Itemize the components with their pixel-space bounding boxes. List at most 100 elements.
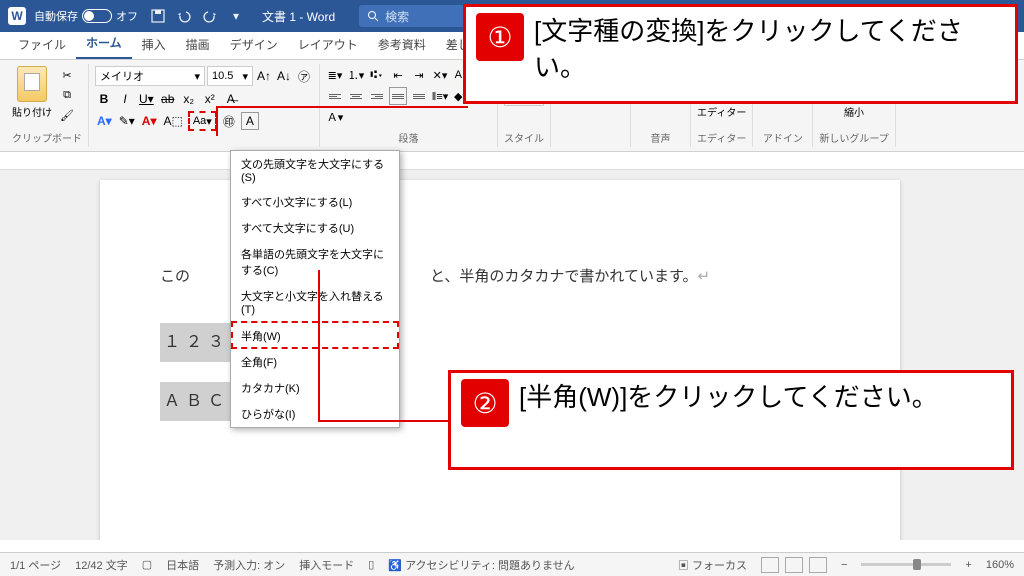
status-insert-mode[interactable]: 挿入モード bbox=[299, 557, 354, 573]
search-placeholder: 検索 bbox=[385, 8, 409, 25]
cut-icon[interactable]: ✂ bbox=[58, 66, 76, 84]
document-area: この と、半角のカタカナで書かれています。 ↵ １２３ ４５６ ↵ ＡＢＣ ＤＥ… bbox=[0, 170, 1024, 540]
search-icon bbox=[367, 10, 379, 22]
tab-draw[interactable]: 描画 bbox=[176, 30, 220, 59]
paste-icon[interactable] bbox=[17, 66, 47, 102]
bullets-icon[interactable]: ≣▾ bbox=[326, 66, 344, 84]
tab-references[interactable]: 参考資料 bbox=[368, 30, 436, 59]
zoom-level[interactable]: 160% bbox=[986, 559, 1014, 571]
tab-home[interactable]: ホーム bbox=[76, 28, 132, 59]
clipboard-group: 貼り付け ✂ ⧉ 🖌 クリップボード bbox=[6, 64, 89, 147]
statusbar: 1/1 ページ 12/42 文字 ▢ 日本語 予測入力: オン 挿入モード ▯ … bbox=[0, 552, 1024, 576]
save-icon[interactable] bbox=[150, 8, 166, 24]
status-words[interactable]: 12/42 文字 bbox=[75, 557, 128, 573]
line-spacing-icon[interactable]: ‖≡▾ bbox=[431, 87, 449, 105]
justify-icon[interactable] bbox=[389, 87, 407, 105]
grow-font-icon[interactable]: A↑ bbox=[255, 67, 273, 85]
change-case-dropdown: 文の先頭文字を大文字にする(S) すべて小文字にする(L) すべて大文字にする(… bbox=[230, 150, 400, 428]
increase-indent-icon[interactable]: ⇥ bbox=[410, 66, 428, 84]
paragraph-group-label: 段落 bbox=[326, 128, 491, 145]
underline-button[interactable]: U▾ bbox=[137, 90, 156, 108]
toggle-switch-icon[interactable] bbox=[82, 9, 112, 23]
asian-layout-icon[interactable]: ✕▾ bbox=[431, 66, 449, 84]
align-center-icon[interactable] bbox=[347, 87, 365, 105]
menu-hiragana[interactable]: ひらがな(I) bbox=[231, 401, 399, 427]
autosave-toggle[interactable]: 自動保存 オフ bbox=[34, 8, 138, 24]
zoom-slider[interactable] bbox=[861, 563, 951, 566]
font-color-icon[interactable]: A▾ bbox=[140, 112, 159, 130]
status-macro-icon[interactable]: ▯ bbox=[368, 558, 374, 571]
paste-label[interactable]: 貼り付け bbox=[12, 104, 52, 119]
undo-icon[interactable] bbox=[176, 8, 192, 24]
tab-layout[interactable]: レイアウト bbox=[288, 30, 368, 59]
zoom-out-icon[interactable]: − bbox=[841, 559, 847, 571]
font-name-select[interactable]: メイリオ▾ bbox=[95, 66, 205, 86]
callout-text-2: [半角(W)]をクリックしてください。 bbox=[519, 379, 938, 415]
align-right-icon[interactable] bbox=[368, 87, 386, 105]
zoom-in-icon[interactable]: + bbox=[965, 559, 971, 571]
status-proofing-icon[interactable]: ▢ bbox=[142, 558, 152, 571]
menu-lowercase[interactable]: すべて小文字にする(L) bbox=[231, 189, 399, 215]
numbering-icon[interactable]: ⒈▾ bbox=[347, 66, 365, 84]
change-case-button[interactable]: Aa▾ bbox=[188, 111, 217, 131]
shrink-font-icon[interactable]: A↓ bbox=[275, 67, 293, 85]
menu-katakana[interactable]: カタカナ(K) bbox=[231, 375, 399, 401]
autosave-label: 自動保存 bbox=[34, 8, 78, 24]
word-app-icon: W bbox=[8, 7, 26, 25]
char-spacing-icon[interactable]: Ａ▾ bbox=[326, 108, 344, 126]
multilevel-icon[interactable]: ⑆▾ bbox=[368, 66, 386, 84]
decrease-indent-icon[interactable]: ⇤ bbox=[389, 66, 407, 84]
menu-halfwidth[interactable]: 半角(W) bbox=[231, 321, 399, 349]
tab-insert[interactable]: 挿入 bbox=[132, 30, 176, 59]
strikethrough-button[interactable]: ab bbox=[159, 90, 177, 108]
view-buttons bbox=[761, 557, 827, 573]
callout-text-1: [文字種の変換]をクリックしてください。 bbox=[534, 13, 1005, 86]
status-language[interactable]: 日本語 bbox=[166, 557, 199, 573]
redo-icon[interactable] bbox=[202, 8, 218, 24]
char-shading-icon[interactable]: A⬚ bbox=[161, 112, 184, 130]
distribute-icon[interactable] bbox=[410, 87, 428, 105]
document-title: 文書 1 - Word bbox=[262, 8, 335, 25]
styles-group-label: スタイル bbox=[504, 128, 544, 145]
font-size-select[interactable]: 10.5▾ bbox=[207, 66, 253, 86]
page[interactable]: この と、半角のカタカナで書かれています。 ↵ １２３ ４５６ ↵ ＡＢＣ ＤＥ… bbox=[100, 180, 900, 540]
menu-toggle-case[interactable]: 大文字と小文字を入れ替える(T) bbox=[231, 283, 399, 321]
enclose-char-icon[interactable]: ㊞ bbox=[220, 112, 238, 130]
status-page[interactable]: 1/1 ページ bbox=[10, 557, 61, 573]
bold-button[interactable]: B bbox=[95, 90, 113, 108]
annotation-line bbox=[318, 270, 320, 422]
phonetic-guide-icon[interactable]: ㋐ bbox=[295, 67, 313, 85]
view-read-icon[interactable] bbox=[761, 557, 779, 573]
view-web-icon[interactable] bbox=[809, 557, 827, 573]
callout-number-2: ② bbox=[461, 379, 509, 427]
clipboard-group-label: クリップボード bbox=[12, 128, 82, 145]
format-painter-icon[interactable]: 🖌 bbox=[58, 106, 76, 124]
align-left-icon[interactable] bbox=[326, 87, 344, 105]
editor-text: エディター bbox=[697, 104, 746, 119]
tab-file[interactable]: ファイル bbox=[8, 30, 76, 59]
status-focus[interactable]: ▣ フォーカス bbox=[678, 557, 747, 573]
highlight-color-icon[interactable]: ✎▾ bbox=[117, 112, 137, 130]
italic-button[interactable]: I bbox=[116, 90, 134, 108]
qat-more-icon[interactable]: ▾ bbox=[228, 8, 244, 24]
selection-block[interactable]: ＡＢＣ bbox=[160, 382, 234, 421]
callout-1: ① [文字種の変換]をクリックしてください。 bbox=[463, 4, 1018, 104]
status-predict[interactable]: 予測入力: オン bbox=[213, 557, 285, 573]
copy-icon[interactable]: ⧉ bbox=[58, 86, 76, 104]
status-accessibility[interactable]: ♿ アクセシビリティ: 問題ありません bbox=[388, 557, 574, 573]
view-print-icon[interactable] bbox=[785, 557, 803, 573]
menu-capitalize-each[interactable]: 各単語の先頭文字を大文字にする(C) bbox=[231, 241, 399, 283]
callout-number-1: ① bbox=[476, 13, 524, 61]
menu-sentence-case[interactable]: 文の先頭文字を大文字にする(S) bbox=[231, 151, 399, 189]
annotation-line bbox=[216, 106, 218, 136]
text-effects-icon[interactable]: A▾ bbox=[95, 112, 114, 130]
annotation-line bbox=[318, 420, 450, 422]
callout-2: ② [半角(W)]をクリックしてください。 bbox=[448, 370, 1014, 470]
char-border-icon[interactable]: A bbox=[241, 112, 259, 130]
selection-block[interactable]: １２３ bbox=[160, 323, 234, 362]
tab-design[interactable]: デザイン bbox=[220, 30, 288, 59]
subscript-button[interactable]: x₂ bbox=[180, 90, 198, 108]
menu-fullwidth[interactable]: 全角(F) bbox=[231, 349, 399, 375]
menu-uppercase[interactable]: すべて大文字にする(U) bbox=[231, 215, 399, 241]
ruler[interactable] bbox=[0, 152, 1024, 170]
